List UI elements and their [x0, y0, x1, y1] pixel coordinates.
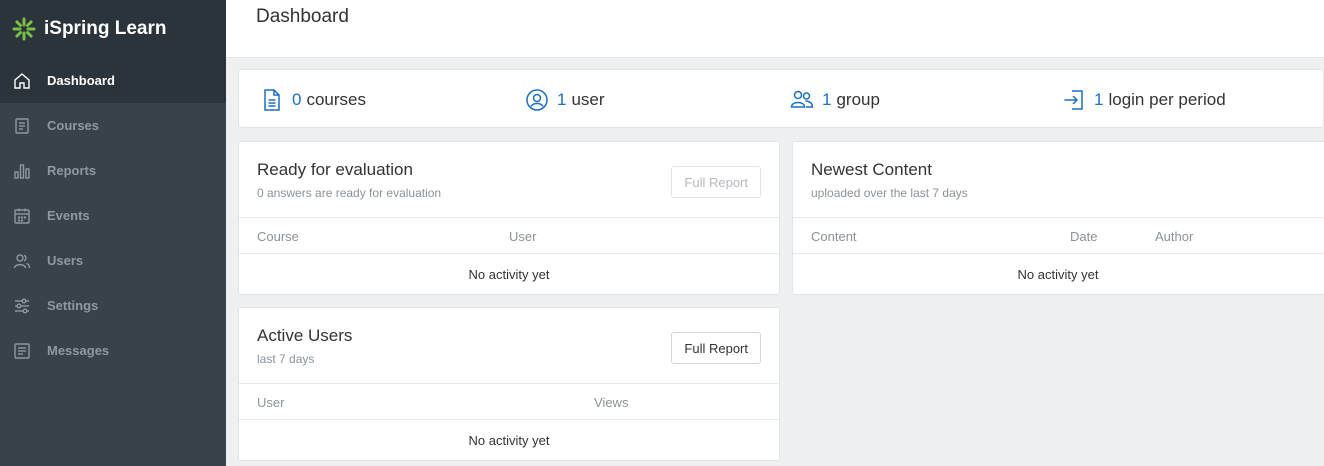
sidebar-item-label: Courses — [47, 118, 100, 133]
card-subtitle: last 7 days — [257, 352, 315, 366]
sidebar-item-events[interactable]: Events — [0, 193, 226, 238]
empty-state: No activity yet — [1017, 267, 1099, 282]
messages-icon — [12, 341, 32, 361]
sidebar-item-label: Dashboard — [47, 73, 115, 88]
sidebar-item-settings[interactable]: Settings — [0, 283, 226, 328]
top-bar: Dashboard — [226, 0, 1324, 58]
table-header: Content Date Author — [793, 217, 1324, 254]
courses-icon — [12, 116, 32, 136]
brand-name: iSpring Learn — [44, 18, 167, 39]
sidebar: iSpring Learn Dashboard Courses Reports … — [0, 0, 226, 466]
login-icon — [1064, 89, 1083, 110]
ready-for-evaluation-card: Ready for evaluation 0 answers are ready… — [238, 141, 780, 295]
card-title: Active Users — [257, 326, 353, 345]
stats-strip: 0 courses 1 user 1 group 1 login per per… — [238, 69, 1324, 128]
card-title: Newest Content — [811, 160, 932, 179]
sidebar-item-courses[interactable]: Courses — [0, 103, 226, 148]
document-icon — [264, 88, 280, 111]
card-title: Ready for evaluation — [257, 160, 413, 179]
sidebar-item-messages[interactable]: Messages — [0, 328, 226, 373]
active-users-card: Active Users last 7 days Full Report Use… — [238, 307, 780, 461]
ispring-logo-icon — [12, 17, 36, 41]
stat-courses[interactable]: 0 courses — [260, 70, 366, 129]
sidebar-item-users[interactable]: Users — [0, 238, 226, 283]
sliders-icon — [12, 296, 32, 316]
table-header: User Views — [239, 383, 779, 420]
stat-users-label: user — [571, 89, 605, 109]
stat-groups-count: 1 — [822, 89, 832, 109]
sidebar-item-label: Messages — [47, 343, 110, 358]
newest-content-card: Newest Content uploaded over the last 7 … — [792, 141, 1324, 295]
user-icon — [526, 88, 548, 111]
column-user[interactable]: User — [257, 395, 284, 410]
sidebar-item-dashboard[interactable]: Dashboard — [0, 58, 226, 103]
full-report-button[interactable]: Full Report — [671, 332, 761, 364]
users-icon — [12, 251, 32, 271]
calendar-icon — [12, 206, 32, 226]
stat-users-count: 1 — [557, 89, 567, 109]
sidebar-item-label: Reports — [47, 163, 97, 178]
home-icon — [12, 71, 32, 91]
empty-state: No activity yet — [468, 267, 550, 282]
stat-users[interactable]: 1 user — [525, 70, 605, 129]
column-user[interactable]: User — [509, 229, 536, 244]
sidebar-item-label: Settings — [47, 298, 99, 313]
stat-groups[interactable]: 1 group — [790, 70, 880, 129]
column-date[interactable]: Date — [1070, 229, 1097, 244]
sidebar-item-reports[interactable]: Reports — [0, 148, 226, 193]
sidebar-item-label: Users — [47, 253, 84, 268]
sidebar-item-label: Events — [47, 208, 90, 223]
page-title: Dashboard — [256, 5, 349, 27]
group-icon — [790, 90, 814, 108]
column-views[interactable]: Views — [594, 395, 628, 410]
stat-courses-label: courses — [306, 89, 366, 109]
table-header: Course User — [239, 217, 779, 254]
brand[interactable]: iSpring Learn — [0, 0, 226, 58]
stat-logins-label: login per period — [1108, 89, 1226, 109]
stat-groups-label: group — [836, 89, 880, 109]
column-author[interactable]: Author — [1155, 229, 1193, 244]
card-subtitle: uploaded over the last 7 days — [811, 186, 968, 200]
card-subtitle: 0 answers are ready for evaluation — [257, 186, 442, 200]
stat-logins-count: 1 — [1094, 89, 1104, 109]
empty-state: No activity yet — [468, 433, 550, 448]
column-course[interactable]: Course — [257, 229, 299, 244]
stat-courses-count: 0 — [292, 89, 302, 109]
bar-chart-icon — [12, 161, 32, 181]
stat-logins[interactable]: 1 login per period — [1062, 70, 1226, 129]
column-content[interactable]: Content — [811, 229, 857, 244]
full-report-button[interactable]: Full Report — [671, 166, 761, 198]
